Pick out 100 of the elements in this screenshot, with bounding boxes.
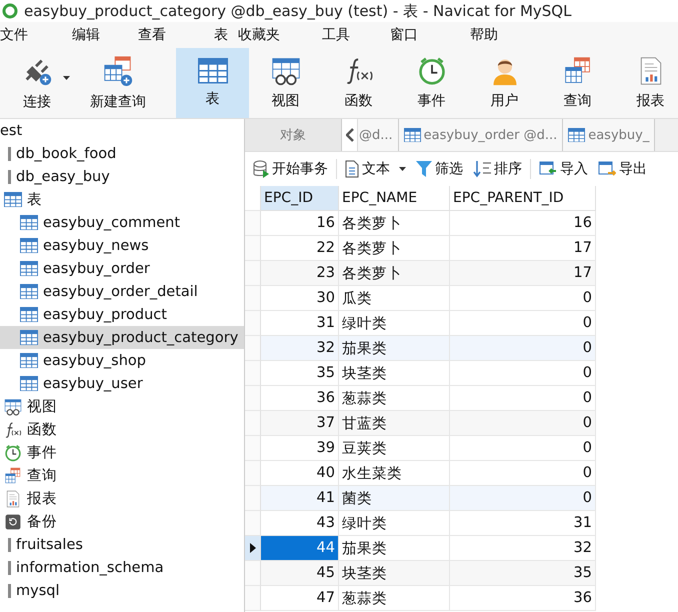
tab[interactable]: easybuy_order @d...: [398, 119, 564, 151]
tab[interactable]: easybuy_: [563, 119, 656, 151]
table-icon: [4, 192, 22, 208]
row-marker[interactable]: [245, 211, 261, 236]
clock-icon: [4, 444, 22, 462]
column-header[interactable]: EPC_ID: [261, 186, 339, 211]
toolbar-button[interactable]: 用户: [468, 48, 541, 118]
table-cell: 0: [450, 436, 596, 461]
toolbar-button[interactable]: 视图: [249, 48, 322, 118]
table-cell: 41: [261, 486, 339, 511]
column-header[interactable]: EPC_NAME: [339, 186, 450, 211]
window-title: easybuy_product_category @db_easy_buy (test) - 表 - Navicat for MySQL: [24, 2, 572, 20]
tree-item[interactable]: db_book_food: [0, 142, 244, 165]
document-icon: [345, 160, 359, 178]
toolbar-button[interactable]: 报表: [614, 48, 678, 118]
table-cell: 0: [450, 486, 596, 511]
tree-item[interactable]: easybuy_user: [0, 372, 244, 395]
tree-item[interactable]: easybuy_shop: [0, 349, 244, 372]
toolbar-button[interactable]: 函数: [322, 48, 395, 118]
tab[interactable]: @d...: [358, 119, 399, 151]
tree-item[interactable]: easybuy_product: [0, 303, 244, 326]
row-marker[interactable]: [245, 236, 261, 261]
table-cell: 43: [261, 511, 339, 536]
toolbar-button[interactable]: 排序: [471, 160, 524, 178]
toolbar-button[interactable]: 开始事务: [251, 160, 330, 178]
toolbar-button[interactable]: 筛选: [414, 160, 465, 178]
row-marker[interactable]: [245, 336, 261, 361]
row-marker[interactable]: [245, 311, 261, 336]
tree-item[interactable]: mysql: [0, 579, 244, 602]
tree-item[interactable]: 备份: [0, 510, 244, 533]
tree-item[interactable]: fruitsales: [0, 533, 244, 556]
tab[interactable]: 对象: [245, 119, 342, 151]
table-cell: 44: [261, 536, 339, 561]
tree-item[interactable]: est: [0, 119, 244, 142]
function-icon: [4, 420, 22, 438]
tree-item[interactable]: 报表: [0, 487, 244, 510]
menu-item[interactable]: 编辑: [72, 26, 100, 44]
table-cell: 0: [450, 386, 596, 411]
table-icon: [20, 214, 38, 230]
row-marker[interactable]: [245, 536, 261, 561]
row-marker[interactable]: [245, 386, 261, 411]
tree-item[interactable]: 视图: [0, 395, 244, 418]
view-icon: [4, 398, 22, 416]
tree-item[interactable]: easybuy_order_detail: [0, 280, 244, 303]
tree-item[interactable]: easybuy_order: [0, 257, 244, 280]
table-cell: 31: [450, 511, 596, 536]
toolbar-button[interactable]: 表: [176, 48, 249, 118]
table-icon: [198, 58, 228, 84]
scroll-left-button[interactable]: [342, 119, 358, 151]
menu-item[interactable]: 表: [214, 26, 228, 44]
table-cell: 31: [261, 311, 339, 336]
caret-icon: [399, 167, 406, 171]
toolbar-button[interactable]: 连接: [6, 48, 68, 118]
toolbar-button[interactable]: 文本: [343, 160, 408, 178]
table-cell: 45: [261, 561, 339, 586]
toolbar-button[interactable]: 查询: [541, 48, 614, 118]
tree-item[interactable]: 事件: [0, 441, 244, 464]
row-marker[interactable]: [245, 586, 261, 611]
row-marker[interactable]: [245, 486, 261, 511]
toolbar-button[interactable]: 事件: [395, 48, 468, 118]
menu-item[interactable]: 工具: [322, 26, 350, 44]
tree-item[interactable]: 查询: [0, 464, 244, 487]
row-marker[interactable]: [245, 436, 261, 461]
row-marker[interactable]: [245, 561, 261, 586]
tree-item[interactable]: 函数: [0, 418, 244, 441]
tree-item[interactable]: easybuy_news: [0, 234, 244, 257]
menu-item[interactable]: 帮助: [470, 26, 498, 44]
row-marker[interactable]: [245, 411, 261, 436]
menu-item[interactable]: 查看: [138, 26, 166, 44]
tree-item[interactable]: information_schema: [0, 556, 244, 579]
table-cell: 豆荚类: [339, 436, 450, 461]
tree-item[interactable]: db_easy_buy: [0, 165, 244, 188]
table-cell: 水生菜类: [339, 461, 450, 486]
row-marker[interactable]: [245, 361, 261, 386]
tree-item[interactable]: 表: [0, 188, 244, 211]
row-marker[interactable]: [245, 461, 261, 486]
column-header[interactable]: EPC_PARENT_ID: [450, 186, 596, 211]
table-cell: 0: [450, 361, 596, 386]
table-cell: 绿叶类: [339, 311, 450, 336]
toolbar-button[interactable]: 新建查询: [76, 48, 160, 118]
table-cell: 30: [261, 286, 339, 311]
table-cell: 茄果类: [339, 536, 450, 561]
menu-item[interactable]: 窗口: [390, 26, 418, 44]
table-cell: 23: [261, 261, 339, 286]
table-icon: [20, 306, 38, 322]
tree-item[interactable]: easybuy_product_category: [0, 326, 244, 349]
table-cell: 0: [450, 311, 596, 336]
menu-item[interactable]: 文件: [0, 26, 28, 44]
menu-item[interactable]: 收藏夹: [238, 26, 280, 44]
table-cell: 0: [450, 336, 596, 361]
report-icon: [4, 490, 22, 508]
row-marker[interactable]: [245, 286, 261, 311]
tree-item[interactable]: easybuy_comment: [0, 211, 244, 234]
table-cell: 块茎类: [339, 561, 450, 586]
toolbar-button[interactable]: 导出: [596, 160, 649, 178]
row-marker[interactable]: [245, 261, 261, 286]
new-query-icon: [102, 55, 134, 87]
row-marker[interactable]: [245, 511, 261, 536]
toolbar-button[interactable]: 导入: [537, 160, 590, 178]
table-cell: 0: [450, 286, 596, 311]
